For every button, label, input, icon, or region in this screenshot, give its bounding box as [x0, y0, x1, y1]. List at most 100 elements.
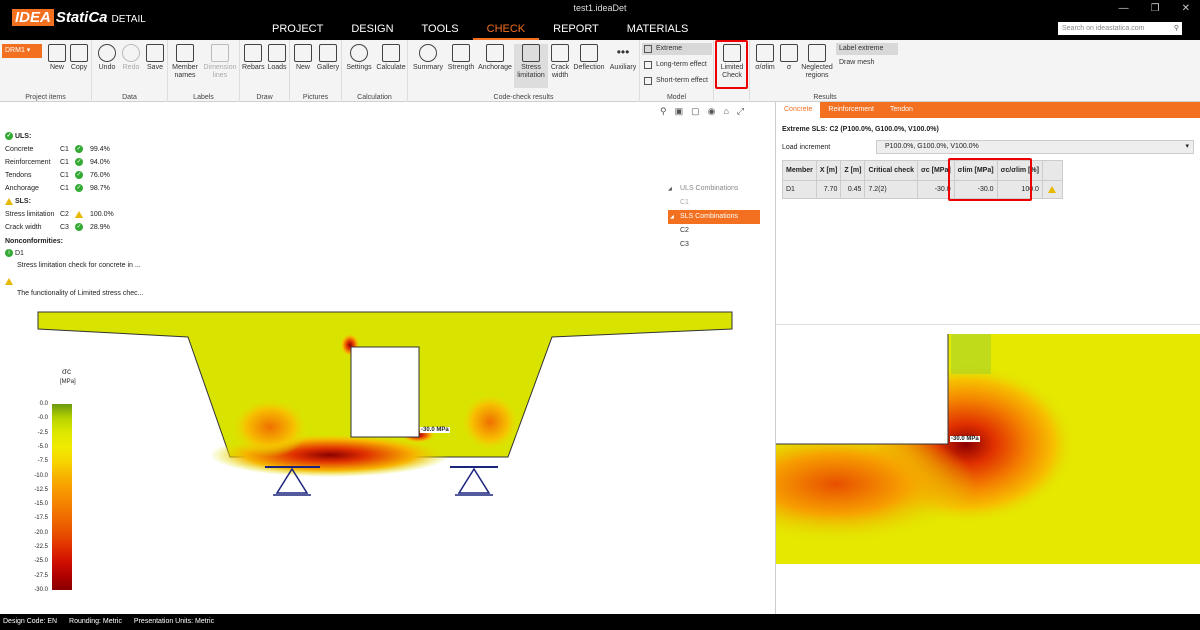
right-pane: Concrete Reinforcement Tendon Extreme SLS:…	[775, 102, 1200, 614]
draw-mesh-option[interactable]: Draw mesh	[836, 57, 898, 69]
new-item-button[interactable]: New	[47, 44, 67, 72]
sls-heading: SLS:	[5, 195, 145, 208]
combo-c3[interactable]: C3	[668, 238, 760, 252]
view-front-icon[interactable]: ▢	[691, 106, 700, 117]
restore-icon[interactable]: ❐	[1151, 3, 1160, 14]
left-pane: ⚲ ▣ ▢ ◉ ⌂ ⤢ ✓ ULS: Concrete C1 ✓ 99.4% Reinf…	[0, 102, 772, 614]
column-header[interactable]: Z [m]	[840, 160, 866, 181]
copy-button[interactable]: Copy	[69, 44, 89, 72]
section-void	[350, 346, 420, 438]
group-labels: Member names Dimension lines Labels	[168, 40, 240, 102]
info-icon: i	[5, 249, 13, 258]
tab-concrete[interactable]: Concrete	[776, 102, 821, 118]
uls-combinations-node[interactable]: ULS Combinations	[668, 182, 760, 196]
minimize-icon[interactable]: —	[1119, 3, 1129, 14]
summary-icon	[419, 44, 437, 62]
menu-design[interactable]: DESIGN	[337, 22, 407, 40]
neglected-regions-button[interactable]: Neglected regions	[800, 44, 834, 80]
combo-c2[interactable]: C2	[668, 224, 760, 238]
eye-icon[interactable]: ◉	[708, 106, 716, 117]
column-header[interactable]: Member	[782, 160, 817, 181]
legend-tick: -7.5	[37, 458, 48, 465]
sigma-ratio-button[interactable]: σ/σlim	[752, 44, 778, 72]
summary-check-name: Stress limitation	[5, 211, 55, 218]
column-header[interactable]: X [m]	[815, 160, 842, 181]
short-term-option[interactable]: Short-term effect	[642, 75, 712, 87]
strength-button[interactable]: Strength	[446, 44, 476, 72]
new-picture-button[interactable]: New	[292, 44, 314, 72]
member-names-button[interactable]: Member names	[170, 44, 200, 80]
summary-row[interactable]: Stress limitation C2 100.0%	[5, 208, 145, 221]
column-header[interactable]	[1041, 160, 1063, 181]
long-term-option[interactable]: Long-term effect	[642, 59, 712, 71]
anchorage-button[interactable]: Anchorage	[477, 44, 513, 72]
search-input[interactable]: Search on ideastatica.com ⚲	[1058, 22, 1182, 35]
check-ok-icon: ✓	[75, 184, 83, 193]
gallery-icon	[319, 44, 337, 62]
load-increment-select[interactable]: P100.0%, G100.0%, V100.0% ▾	[876, 140, 1194, 154]
search-icon[interactable]: ⚲	[1174, 22, 1179, 35]
close-icon[interactable]: ✕	[1182, 3, 1190, 14]
copy-icon	[70, 44, 88, 62]
home-icon[interactable]: ⌂	[723, 106, 728, 117]
summary-row[interactable]: Concrete C1 ✓ 99.4%	[5, 143, 145, 156]
settings-button[interactable]: Settings	[344, 44, 374, 72]
zoomed-stress-plot	[776, 334, 1200, 564]
combo-c1[interactable]: C1	[668, 196, 760, 210]
dimension-icon	[211, 44, 229, 62]
redo-button[interactable]: Redo	[120, 44, 142, 72]
save-icon	[146, 44, 164, 62]
summary-row[interactable]: Reinforcement C1 ✓ 94.0%	[5, 156, 145, 169]
summary-row[interactable]: Tendons C1 ✓ 76.0%	[5, 169, 145, 182]
crack-width-button[interactable]: Crack width	[549, 44, 571, 80]
extreme-option[interactable]: Extreme	[642, 43, 712, 55]
save-button[interactable]: Save	[144, 44, 166, 72]
summary-value: 99.4%	[90, 146, 110, 153]
tab-tendon[interactable]: Tendon	[882, 102, 921, 118]
nonconf-message-2: The functionality of Limited stress chec…	[17, 290, 144, 297]
zoom-icon[interactable]: ⚲	[660, 106, 667, 117]
sls-combinations-node[interactable]: SLS Combinations	[668, 210, 760, 224]
check-ok-icon: ✓	[75, 171, 83, 180]
legend-tick: -0.0	[37, 415, 48, 422]
label-extreme-option[interactable]: Label extreme	[836, 43, 898, 55]
menu-project[interactable]: PROJECT	[258, 22, 337, 40]
menu-materials[interactable]: MATERIALS	[613, 22, 703, 40]
column-header[interactable]: Critical check	[864, 160, 918, 181]
extreme-value-label: -30.0 MPa	[420, 427, 450, 433]
summary-button[interactable]: Summary	[411, 44, 445, 72]
summary-check-name: Concrete	[5, 146, 34, 153]
dimension-lines-button[interactable]: Dimension lines	[202, 44, 238, 80]
menu-tools[interactable]: TOOLS	[408, 22, 473, 40]
loads-button[interactable]: Loads	[266, 44, 288, 72]
menu-report[interactable]: REPORT	[539, 22, 613, 40]
group-label-draw: Draw	[256, 94, 273, 101]
view-3d-icon[interactable]: ▣	[675, 106, 684, 117]
hot-zone-left	[230, 397, 310, 457]
summary-value: 100.0%	[90, 211, 114, 218]
fit-icon[interactable]: ⤢	[737, 106, 744, 117]
deflection-button[interactable]: Deflection	[572, 44, 606, 72]
nonconf-member-row[interactable]: i D1	[5, 248, 143, 260]
rebars-button[interactable]: Rebars	[242, 44, 265, 72]
summary-row[interactable]: Anchorage C1 ✓ 98.7%	[5, 182, 145, 195]
chevron-down-icon: ▾	[1185, 143, 1189, 150]
gallery-button[interactable]: Gallery	[316, 44, 340, 72]
main-menu: PROJECT DESIGN TOOLS CHECK REPORT MATERIALS	[258, 22, 702, 40]
legend-tick: -12.5	[34, 486, 48, 493]
summary-check-name: Tendons	[5, 172, 32, 179]
sigma-button[interactable]: σ	[778, 44, 800, 72]
undo-icon	[98, 44, 116, 62]
menu-check[interactable]: CHECK	[472, 22, 540, 40]
auxiliary-button[interactable]: ••• Auxiliary	[607, 44, 639, 72]
new-icon	[48, 44, 66, 62]
search-placeholder: Search on ideastatica.com	[1062, 25, 1145, 32]
tab-reinforcement[interactable]: Reinforcement	[820, 102, 882, 118]
warning-icon	[5, 197, 13, 205]
undo-button[interactable]: Undo	[96, 44, 118, 72]
summary-row[interactable]: Crack width C3 ✓ 28.9%	[5, 221, 145, 234]
short-term-icon	[644, 77, 652, 85]
stress-limitation-button[interactable]: Stress limitation	[514, 44, 548, 88]
legend-tick: -27.5	[34, 572, 48, 579]
calculate-button[interactable]: Calculate	[375, 44, 407, 72]
